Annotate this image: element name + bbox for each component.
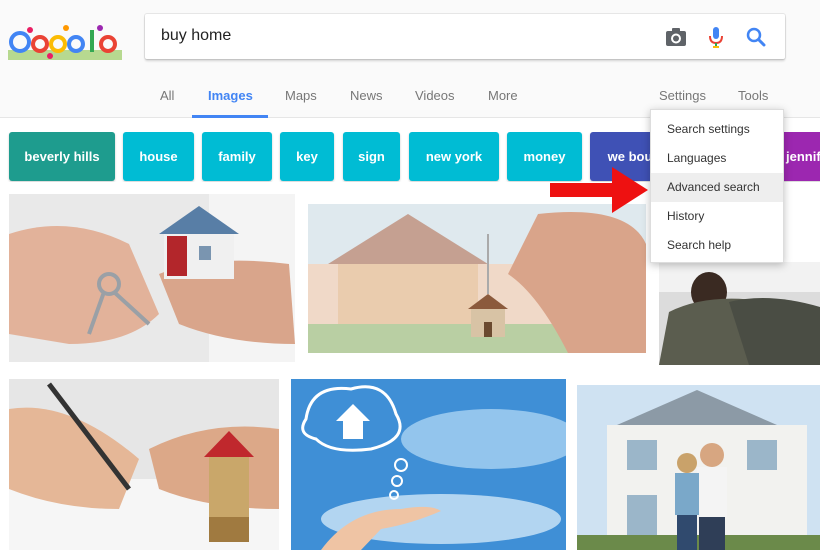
red-arrow-icon [548,167,648,215]
tab-all[interactable]: All [160,88,174,103]
microphone-icon[interactable] [703,24,729,50]
tab-more[interactable]: More [488,88,518,103]
menu-item-history[interactable]: History [651,202,783,231]
tab-videos[interactable]: Videos [415,88,455,103]
tab-news[interactable]: News [350,88,383,103]
search-input[interactable] [161,25,641,47]
settings-dropdown-menu: Search settings Languages Advanced searc… [650,109,784,263]
chip-house[interactable]: house [123,132,194,181]
chip-key[interactable]: key [280,132,334,181]
google-doodle-logo[interactable] [8,22,122,60]
image-result-dream-house-cloud[interactable] [291,379,566,550]
menu-item-languages[interactable]: Languages [651,144,783,173]
image-result-couple-hugging[interactable] [659,262,820,365]
tab-images[interactable]: Images [208,88,253,103]
image-result-couple-new-house[interactable] [577,385,820,550]
image-result-hand-key-house[interactable] [308,204,646,353]
menu-item-advanced-search[interactable]: Advanced search [651,173,783,202]
search-box [145,14,785,59]
tab-tools[interactable]: Tools [738,88,768,103]
tab-settings[interactable]: Settings [659,88,706,103]
active-tab-indicator [192,115,268,118]
camera-icon[interactable] [663,24,689,50]
image-result-hands-house-keys[interactable] [9,194,295,362]
chip-new-york[interactable]: new york [409,132,499,181]
header: All Images Maps News Videos More Setting… [0,0,820,118]
search-icon[interactable] [743,24,769,50]
chip-family[interactable]: family [202,132,272,181]
menu-item-search-settings[interactable]: Search settings [651,115,783,144]
chip-sign[interactable]: sign [343,132,400,181]
chip-beverly-hills[interactable]: beverly hills [9,132,115,181]
tab-maps[interactable]: Maps [285,88,317,103]
image-result-signing-contract[interactable] [9,379,279,550]
menu-item-search-help[interactable]: Search help [651,231,783,260]
